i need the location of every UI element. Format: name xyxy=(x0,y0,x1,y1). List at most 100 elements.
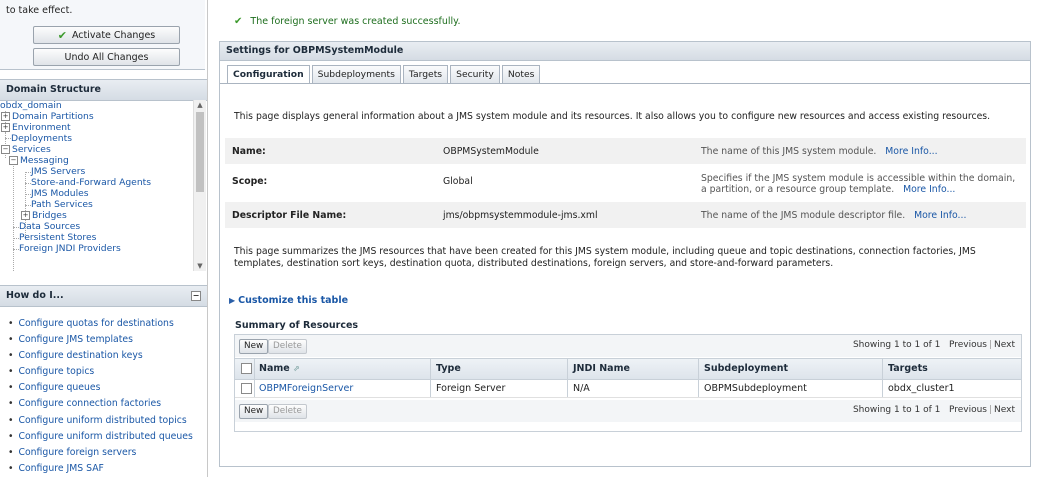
row-checkbox[interactable] xyxy=(241,383,252,394)
scrollbar-thumb[interactable] xyxy=(196,112,204,192)
sort-icon[interactable]: ⇗ xyxy=(293,364,300,373)
field-label: Scope: xyxy=(232,176,268,187)
expand-icon[interactable]: + xyxy=(21,211,30,220)
howdo-item[interactable]: Configure JMS templates xyxy=(8,332,203,348)
select-all-checkbox[interactable] xyxy=(241,363,252,374)
collapse-icon[interactable]: − xyxy=(1,145,10,154)
tree-item-path-services[interactable]: Path Services xyxy=(31,199,93,210)
pagination: Showing 1 to 1 of 1 Previous | Next xyxy=(852,340,1015,350)
take-effect-text: to take effect. xyxy=(6,5,73,16)
activate-changes-button[interactable]: ✔ Activate Changes xyxy=(33,26,180,44)
delete-button[interactable]: Delete xyxy=(268,339,307,354)
tree-item-messaging[interactable]: − Messaging xyxy=(9,155,69,166)
intro-text: This page displays general information a… xyxy=(234,111,991,122)
field-description: The name of this JMS system module. More… xyxy=(701,146,938,157)
tree-item-domain[interactable]: obdx_domain xyxy=(0,100,62,111)
howdo-item[interactable]: Configure destination keys xyxy=(8,348,203,364)
field-row-name: Name: OBPMSystemModule The name of this … xyxy=(225,138,1026,164)
field-value: OBPMSystemModule xyxy=(443,146,539,157)
how-do-i-title: How do I... xyxy=(6,290,64,301)
howdo-item[interactable]: Configure uniform distributed topics xyxy=(8,413,203,429)
howdo-item[interactable]: Configure uniform distributed queues xyxy=(8,429,203,445)
expand-triangle-icon: ▶ xyxy=(229,296,236,305)
tree-item-saf-agents[interactable]: Store-and-Forward Agents xyxy=(31,177,151,188)
howdo-item[interactable]: Configure foreign servers xyxy=(8,445,203,461)
field-label: Descriptor File Name: xyxy=(232,210,347,221)
column-header-targets[interactable]: Targets xyxy=(888,359,928,379)
table-toolbar-top: New Delete Showing 1 to 1 of 1 Previous |… xyxy=(235,335,1021,357)
collapse-panel-icon[interactable]: − xyxy=(191,291,201,301)
checkmark-icon: ✔ xyxy=(57,28,67,42)
howdo-item[interactable]: Configure JMS SAF xyxy=(8,461,203,477)
customize-table-link[interactable]: ▶ Customize this table xyxy=(229,295,348,306)
howdo-item[interactable]: Configure connection factories xyxy=(8,396,203,412)
tab-security[interactable]: Security xyxy=(450,65,500,83)
tree-item-services[interactable]: − Services xyxy=(1,144,51,155)
more-info-link[interactable]: More Info... xyxy=(914,210,966,221)
domain-structure-header: Domain Structure xyxy=(0,79,207,101)
tab-configuration[interactable]: Configuration xyxy=(227,65,310,84)
tab-subdeployments[interactable]: Subdeployments xyxy=(311,65,401,83)
delete-button[interactable]: Delete xyxy=(268,404,307,419)
next-link[interactable]: Next xyxy=(994,405,1015,415)
column-header-subdeployment[interactable]: Subdeployment xyxy=(704,359,788,379)
previous-link[interactable]: Previous xyxy=(949,340,987,350)
domain-structure-title: Domain Structure xyxy=(6,84,101,95)
column-header-type[interactable]: Type xyxy=(436,359,461,379)
new-button[interactable]: New xyxy=(239,339,269,354)
expand-icon[interactable]: + xyxy=(1,112,10,121)
how-do-i-list: Configure quotas for destinations Config… xyxy=(8,316,203,477)
resource-name-link[interactable]: OBPMForeignServer xyxy=(259,380,353,397)
column-header-name[interactable]: Name ⇗ xyxy=(259,359,300,379)
field-label: Name: xyxy=(232,146,266,157)
pagination: Showing 1 to 1 of 1 Previous | Next xyxy=(852,405,1015,415)
tree-item-jms-servers[interactable]: JMS Servers xyxy=(31,166,85,177)
resources-table: New Delete Showing 1 to 1 of 1 Previous |… xyxy=(234,334,1022,432)
undo-all-changes-label: Undo All Changes xyxy=(64,51,149,63)
field-value: jms/obpmsystemmodule-jms.xml xyxy=(443,210,598,221)
tree-item-persistent-stores[interactable]: Persistent Stores xyxy=(19,232,96,243)
tree-item-data-sources[interactable]: Data Sources xyxy=(19,221,80,232)
new-button[interactable]: New xyxy=(239,404,269,419)
more-info-link[interactable]: More Info... xyxy=(885,146,937,157)
scroll-down-icon[interactable]: ▼ xyxy=(194,261,206,271)
domain-tree: obdx_domain + Domain Partitions + Environm… xyxy=(0,100,192,271)
more-info-link[interactable]: More Info... xyxy=(903,184,955,195)
tree-item-jms-modules[interactable]: JMS Modules xyxy=(31,188,89,199)
tree-item-domain-partitions[interactable]: + Domain Partitions xyxy=(1,111,94,122)
success-message: ✔ The foreign server was created success… xyxy=(234,16,460,27)
scroll-up-icon[interactable]: ▲ xyxy=(194,100,206,110)
table-row: OBPMForeignServer Foreign Server N/A OBP… xyxy=(235,380,1021,398)
collapse-icon[interactable]: − xyxy=(9,156,18,165)
change-center: to take effect. ✔ Activate Changes Undo … xyxy=(0,0,205,70)
settings-panel: Settings for OBPMSystemModule Configurat… xyxy=(219,41,1031,467)
tab-targets[interactable]: Targets xyxy=(402,65,449,83)
field-description: Specifies if the JMS system module is ac… xyxy=(701,173,1016,195)
left-navigation: to take effect. ✔ Activate Changes Undo … xyxy=(0,0,208,477)
tree-item-foreign-jndi[interactable]: Foreign JNDI Providers xyxy=(19,243,121,254)
tree-item-deployments[interactable]: Deployments xyxy=(11,133,72,144)
checkmark-icon: ✔ xyxy=(234,16,243,27)
previous-link[interactable]: Previous xyxy=(949,405,987,415)
how-do-i-header: How do I... − xyxy=(0,285,207,307)
next-link[interactable]: Next xyxy=(994,340,1015,350)
field-row-scope: Scope: Global Specifies if the JMS syste… xyxy=(225,168,1026,198)
tree-scrollbar[interactable]: ▲ ▼ xyxy=(193,100,206,271)
howdo-item[interactable]: Configure queues xyxy=(8,380,203,396)
howdo-item[interactable]: Configure quotas for destinations xyxy=(8,316,203,332)
activate-changes-label: Activate Changes xyxy=(71,29,156,41)
tab-notes[interactable]: Notes xyxy=(501,65,541,83)
tree-item-environment[interactable]: + Environment xyxy=(1,122,71,133)
success-message-text: The foreign server was created successfu… xyxy=(250,16,461,27)
resource-jndi: N/A xyxy=(573,383,590,394)
tree-item-bridges[interactable]: + Bridges xyxy=(21,210,67,221)
summary-title: Summary of Resources xyxy=(235,320,359,331)
expand-icon[interactable]: + xyxy=(1,123,10,132)
column-header-jndi[interactable]: JNDI Name xyxy=(573,359,630,379)
howdo-item[interactable]: Configure topics xyxy=(8,364,203,380)
undo-all-changes-button[interactable]: Undo All Changes xyxy=(33,48,180,66)
summary-description: This page summarizes the JMS resources t… xyxy=(234,246,976,269)
resource-subdeployment: OBPMSubdeployment xyxy=(704,383,807,394)
field-description: The name of the JMS module descriptor fi… xyxy=(701,210,967,221)
resource-targets: obdx_cluster1 xyxy=(888,383,955,394)
